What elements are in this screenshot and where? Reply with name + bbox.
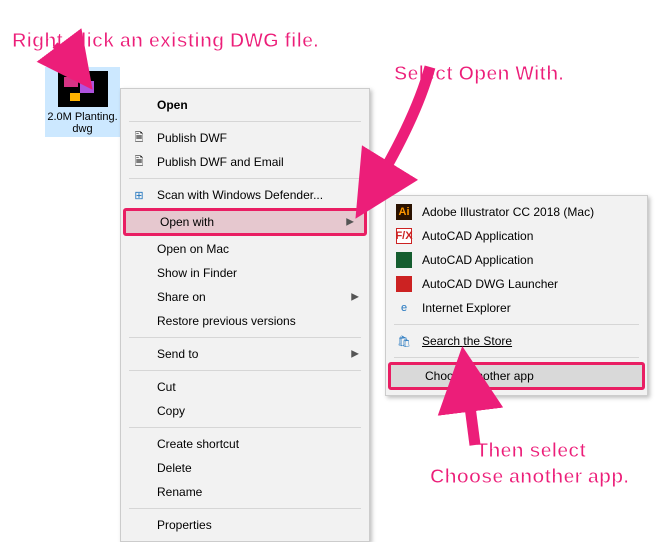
menu-show-in-finder[interactable]: Show in Finder [121,261,369,285]
menu-separator [129,337,361,338]
menu-separator [394,324,639,325]
dwg-launcher-icon [396,276,412,292]
menu-open[interactable]: Open [121,93,369,117]
menu-copy[interactable]: Copy [121,399,369,423]
openwith-choose-another-app[interactable]: Choose another app [388,362,645,390]
dwf-icon: 🗎 [131,130,147,146]
menu-scan-defender[interactable]: ⊞ Scan with Windows Defender... [121,183,369,207]
menu-rename[interactable]: Rename [121,480,369,504]
menu-properties[interactable]: Properties [121,513,369,537]
submenu-arrow-icon: ▶ [351,349,359,360]
menu-open-on-mac[interactable]: Open on Mac [121,237,369,261]
menu-create-shortcut[interactable]: Create shortcut [121,432,369,456]
autocad-fx-icon: F/X [396,228,412,244]
menu-separator [129,427,361,428]
open-with-submenu: Ai Adobe Illustrator CC 2018 (Mac) F/X A… [385,195,648,396]
openwith-autocad-2[interactable]: AutoCAD Application [386,248,647,272]
menu-open-with[interactable]: Open with ▶ [123,208,367,236]
annotation-arrow-icon [50,43,90,83]
annotation-arrow-icon [355,62,440,212]
menu-publish-dwf-email[interactable]: 🗎 Publish DWF and Email [121,150,369,174]
ie-icon: e [396,300,412,316]
menu-publish-dwf[interactable]: 🗎 Publish DWF [121,126,369,150]
menu-separator [394,357,639,358]
annotation-arrow-icon [435,360,495,450]
menu-separator [129,508,361,509]
menu-share-on[interactable]: Share on ▶ [121,285,369,309]
openwith-autocad-1[interactable]: F/X AutoCAD Application [386,224,647,248]
submenu-arrow-icon: ▶ [351,292,359,303]
menu-delete[interactable]: Delete [121,456,369,480]
menu-separator [129,178,361,179]
openwith-dwg-launcher[interactable]: AutoCAD DWG Launcher [386,272,647,296]
annotation-choose-line2: Choose another app. [430,466,629,489]
openwith-search-store[interactable]: 🛍 Search the Store [386,329,647,353]
defender-icon: ⊞ [131,187,147,203]
dwf-email-icon: 🗎 [131,154,147,170]
store-icon: 🛍 [396,333,412,349]
menu-cut[interactable]: Cut [121,375,369,399]
menu-separator [129,121,361,122]
openwith-ie[interactable]: e Internet Explorer [386,296,647,320]
menu-send-to[interactable]: Send to ▶ [121,342,369,366]
file-name-label: 2.0M Planting.dwg [47,111,118,135]
menu-restore-previous[interactable]: Restore previous versions [121,309,369,333]
context-menu-primary: Open 🗎 Publish DWF 🗎 Publish DWF and Ema… [120,88,370,542]
menu-separator [129,370,361,371]
autocad-icon [396,252,412,268]
submenu-arrow-icon: ▶ [346,217,354,228]
